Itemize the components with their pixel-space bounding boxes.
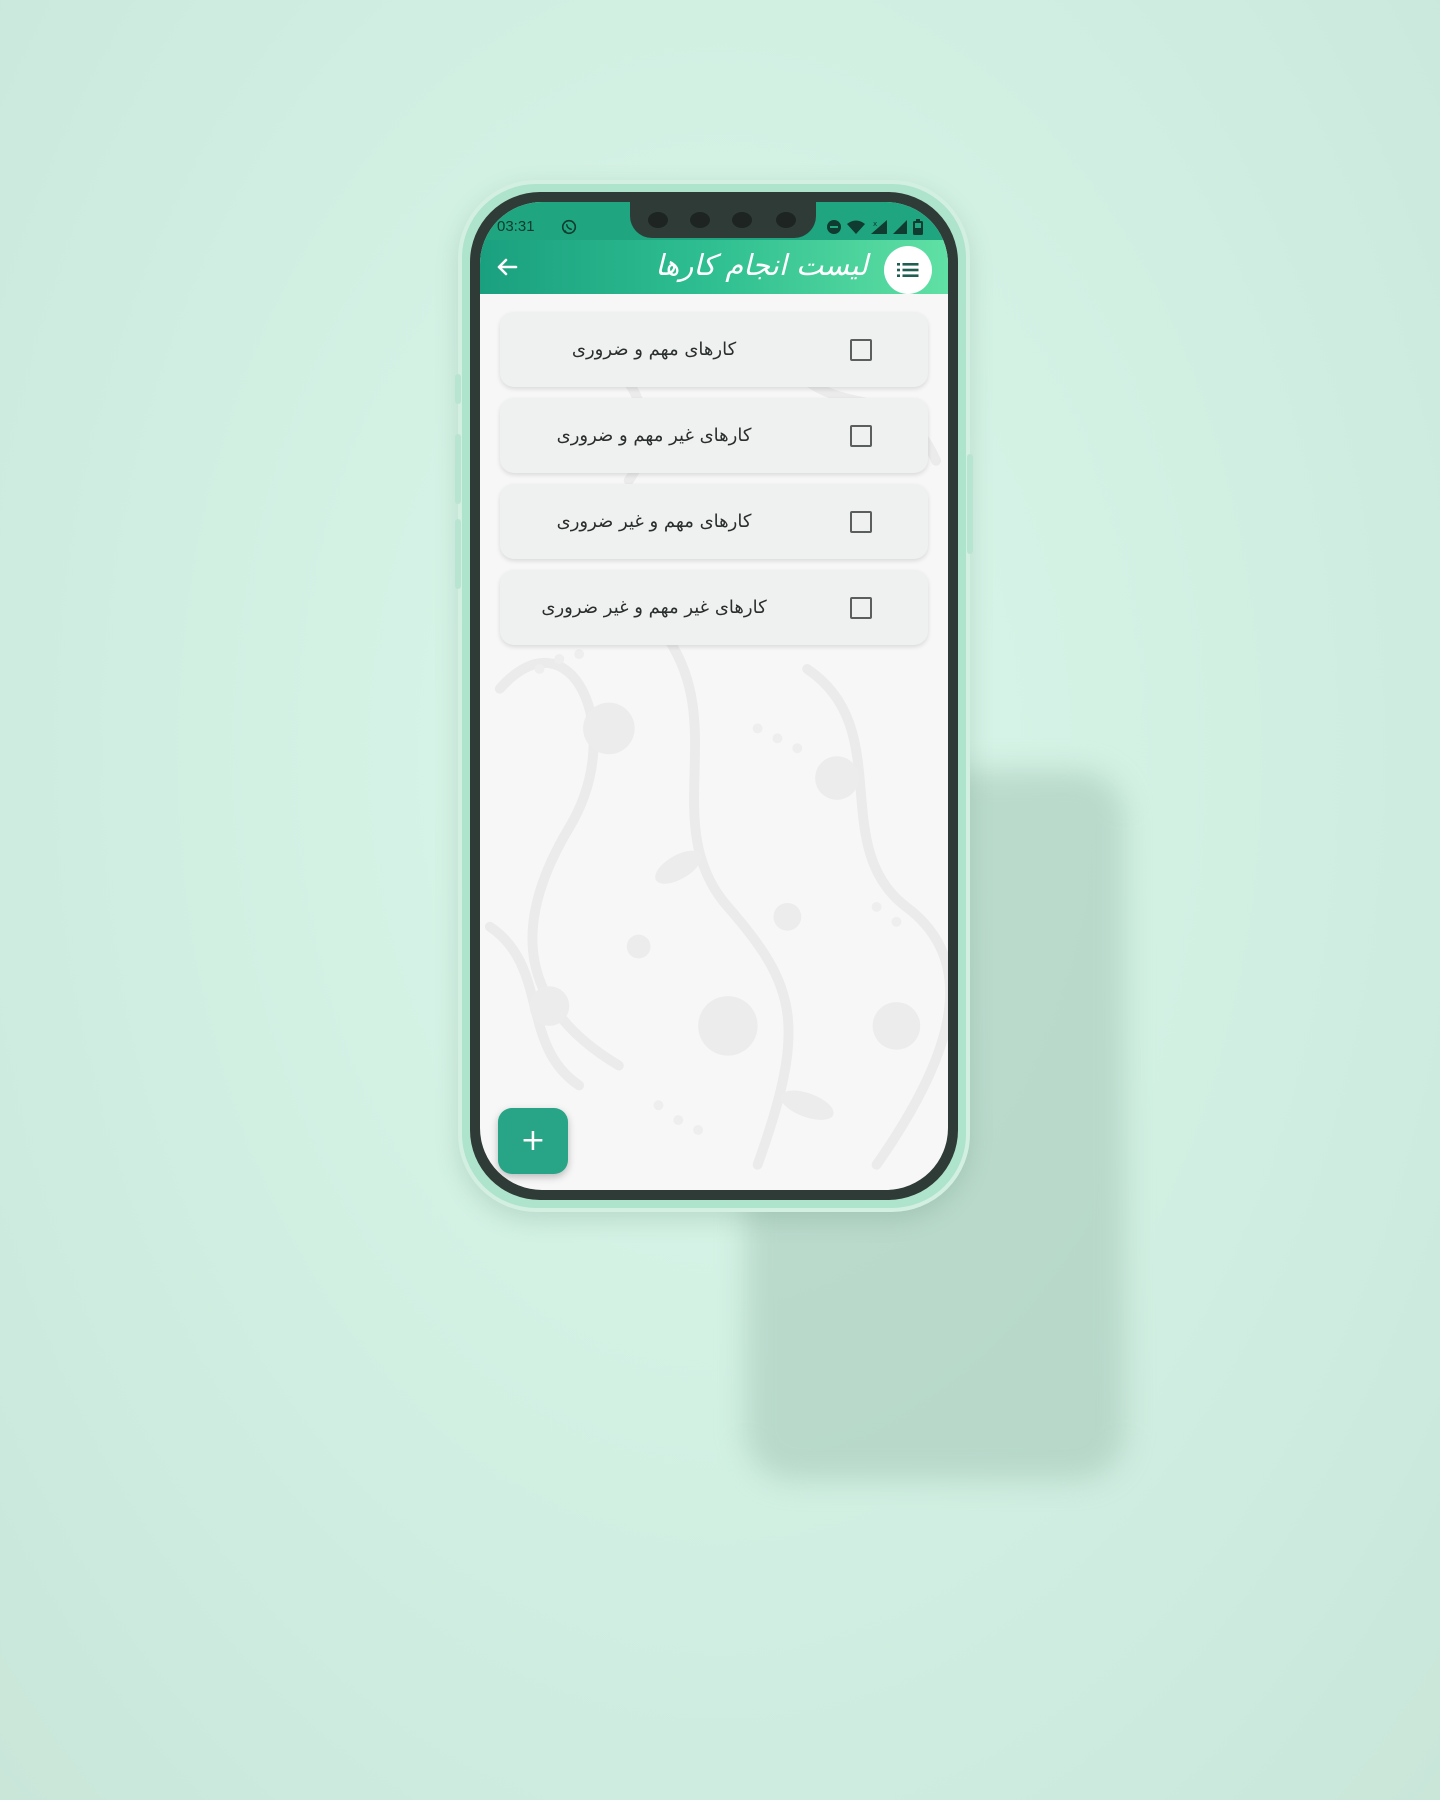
task-label: کارهای مهم و ضروری <box>571 339 737 360</box>
add-task-button[interactable]: + <box>498 1108 568 1174</box>
svg-text:x: x <box>873 220 877 228</box>
notch-camera <box>776 212 796 228</box>
task-card[interactable]: کارهای غیر مهم و غیر ضروری <box>500 570 928 645</box>
task-list: کارهای مهم و ضروری کارهای غیر مهم و ضرور… <box>500 312 928 645</box>
task-card[interactable]: کارهای غیر مهم و ضروری <box>500 398 928 473</box>
status-time: 03:31 <box>497 218 535 235</box>
plus-icon: + <box>520 1123 546 1158</box>
task-checkbox[interactable] <box>850 511 872 533</box>
battery-icon <box>913 219 923 235</box>
app-showcase: 03:31 x لیست انجام کارها کارهای مهم و ضر… <box>0 0 1440 1800</box>
phone-side-button <box>455 374 461 404</box>
arrow-left-icon[interactable] <box>492 252 522 282</box>
app-toolbar: لیست انجام کارها <box>480 240 948 294</box>
phone-volume-up-button <box>455 434 461 504</box>
page-title: لیست انجام کارها <box>655 248 868 282</box>
task-label: کارهای غیر مهم و غیر ضروری <box>541 597 767 618</box>
task-checkbox[interactable] <box>850 425 872 447</box>
do-not-disturb-icon <box>827 220 841 234</box>
phone-screen: 03:31 x لیست انجام کارها کارهای مهم و ضر… <box>480 202 948 1190</box>
phone-bezel: 03:31 x لیست انجام کارها کارهای مهم و ضر… <box>470 192 958 1200</box>
task-card[interactable]: کارهای مهم و غیر ضروری <box>500 484 928 559</box>
status-icons: x <box>826 218 924 236</box>
signal-icon: x <box>871 220 887 234</box>
notch-sensor <box>690 212 710 228</box>
wifi-icon <box>847 220 865 234</box>
whatsapp-icon <box>561 219 577 235</box>
list-icon <box>897 263 919 277</box>
notch-sensor <box>648 212 668 228</box>
signal-icon <box>893 220 907 234</box>
task-checkbox[interactable] <box>850 597 872 619</box>
status-bar: 03:31 x <box>480 202 948 240</box>
task-card[interactable]: کارهای مهم و ضروری <box>500 312 928 387</box>
camera-notch <box>630 202 816 238</box>
phone-volume-down-button <box>455 519 461 589</box>
phone-mockup: 03:31 x لیست انجام کارها کارهای مهم و ضر… <box>455 180 973 1212</box>
notch-sensor <box>732 212 752 228</box>
task-checkbox[interactable] <box>850 339 872 361</box>
task-label: کارهای مهم و غیر ضروری <box>556 511 752 532</box>
phone-power-button <box>967 454 973 554</box>
list-menu-button[interactable] <box>884 246 932 294</box>
task-label: کارهای غیر مهم و ضروری <box>556 425 752 446</box>
